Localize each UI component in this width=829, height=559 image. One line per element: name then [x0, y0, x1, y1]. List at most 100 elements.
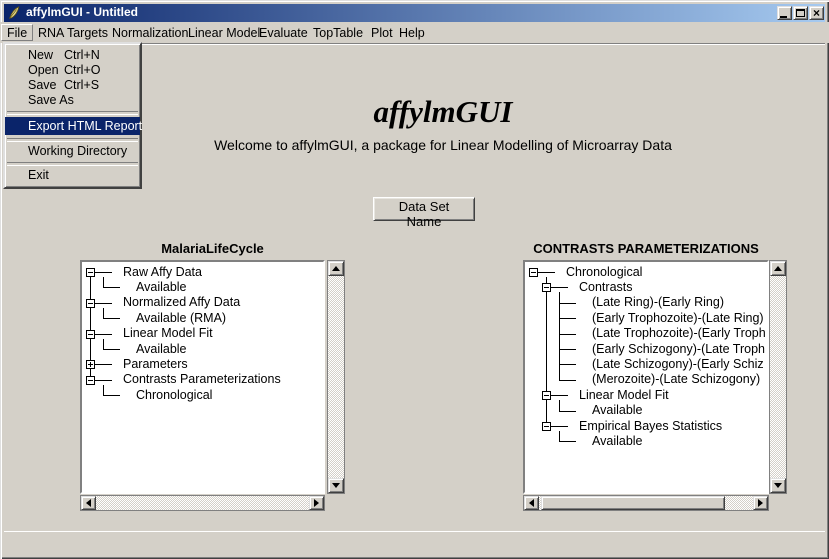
left-tree-vertical-scrollbar[interactable]: [327, 260, 345, 494]
close-button[interactable]: ×: [809, 6, 824, 20]
scroll-left-button[interactable]: [81, 496, 96, 510]
arrow-up-icon: [332, 266, 340, 271]
left-tree-listbox[interactable]: Raw Affy DataAvailableNormalized Affy Da…: [80, 260, 325, 494]
menu-evaluate[interactable]: Evaluate: [253, 24, 314, 41]
tk-feather-icon: [7, 6, 21, 20]
tree-item[interactable]: Available: [592, 403, 643, 418]
left-tree-horizontal-scrollbar[interactable]: [80, 495, 325, 511]
tree-item[interactable]: Chronological: [136, 388, 212, 403]
file-menu-item-working-directory[interactable]: Working Directory: [5, 144, 140, 159]
tree-connector: [103, 349, 120, 350]
tree-item[interactable]: Normalized Affy Data: [123, 295, 240, 310]
tree-item[interactable]: Chronological: [566, 265, 642, 280]
tree-item[interactable]: Parameters: [123, 357, 188, 372]
data-set-name-button[interactable]: Data Set Name: [373, 197, 475, 221]
maximize-icon: [796, 9, 805, 17]
tree-collapse-minus-icon[interactable]: [86, 299, 95, 308]
tree-item[interactable]: (Early Trophozoite)-(Late Ring): [592, 311, 764, 326]
tree-connector: [551, 395, 568, 396]
tree-connector: [559, 380, 576, 381]
tree-connector: [559, 349, 576, 350]
left-panel-title: MalariaLifeCycle: [80, 241, 345, 256]
arrow-down-icon: [332, 483, 340, 488]
tree-connector: [559, 318, 576, 319]
file-menu-dropdown: NewCtrl+NOpenCtrl+OSaveCtrl+SSave As Expo…: [3, 42, 142, 189]
tree-item[interactable]: (Merozoite)-(Late Schizogony): [592, 372, 760, 387]
left-tree-canvas: Raw Affy DataAvailableNormalized Affy Da…: [82, 262, 323, 492]
scroll-right-button[interactable]: [309, 496, 324, 510]
tree-connector: [538, 272, 555, 273]
arrow-right-icon: [314, 499, 319, 507]
tree-collapse-minus-icon[interactable]: [529, 268, 538, 277]
tree-item[interactable]: Available: [136, 280, 187, 295]
minimize-icon: [780, 16, 787, 18]
scrollbar-track[interactable]: [770, 261, 786, 493]
tree-collapse-minus-icon[interactable]: [542, 391, 551, 400]
tree-item[interactable]: Contrasts Parameterizations: [123, 372, 281, 387]
tree-item[interactable]: (Early Schizogony)-(Late Troph: [592, 342, 765, 357]
menu-file[interactable]: File: [1, 24, 33, 41]
menu-item-label: Open: [28, 63, 59, 77]
right-tree-horizontal-scrollbar[interactable]: [523, 495, 769, 511]
tree-connector: [95, 364, 112, 365]
tree-connector: [103, 277, 104, 288]
file-menu-item-open[interactable]: OpenCtrl+O: [5, 63, 140, 78]
app-title: affylmGUI: [243, 94, 643, 130]
scrollbar-track[interactable]: [81, 496, 324, 510]
right-panel-title: CONTRASTS PARAMETERIZATIONS: [523, 241, 769, 256]
arrow-left-icon: [529, 499, 534, 507]
menu-help[interactable]: Help: [393, 24, 431, 41]
scroll-up-button[interactable]: [328, 261, 344, 276]
scroll-left-button[interactable]: [524, 496, 539, 510]
scrollbar-thumb[interactable]: [541, 496, 725, 510]
file-menu-item-new[interactable]: NewCtrl+N: [5, 48, 140, 63]
tree-collapse-minus-icon[interactable]: [86, 268, 95, 277]
menu-item-label: Save: [28, 78, 57, 92]
maximize-button[interactable]: [793, 6, 808, 20]
tree-collapse-minus-icon[interactable]: [86, 330, 95, 339]
tree-connector: [103, 339, 104, 350]
tree-item[interactable]: (Late Trophozoite)-(Early Troph: [592, 326, 766, 341]
menu-item-label: Exit: [28, 168, 49, 182]
tree-collapse-minus-icon[interactable]: [86, 376, 95, 385]
tree-item[interactable]: Available: [136, 342, 187, 357]
file-menu-item-save-as[interactable]: Save As: [5, 93, 140, 108]
arrow-right-icon: [758, 499, 763, 507]
file-menu-item-export-html-report[interactable]: Export HTML Report: [5, 117, 140, 135]
right-tree-vertical-scrollbar[interactable]: [769, 260, 787, 494]
tree-connector: [95, 272, 112, 273]
minimize-button[interactable]: [777, 6, 792, 20]
menu-item-label: Working Directory: [28, 144, 127, 158]
scroll-up-button[interactable]: [770, 261, 786, 276]
tree-connector: [95, 303, 112, 304]
tree-item[interactable]: Raw Affy Data: [123, 265, 202, 280]
file-menu-item-save[interactable]: SaveCtrl+S: [5, 78, 140, 93]
tree-item[interactable]: Empirical Bayes Statistics: [579, 419, 722, 434]
scroll-down-button[interactable]: [770, 478, 786, 493]
menu-toptable[interactable]: TopTable: [307, 24, 369, 41]
tree-connector: [103, 395, 120, 396]
tree-item[interactable]: Available: [592, 434, 643, 449]
tree-item[interactable]: (Late Schizogony)-(Early Schiz: [592, 357, 764, 372]
tree-collapse-minus-icon[interactable]: [542, 422, 551, 431]
window-title: affylmGUI - Untitled: [26, 5, 138, 19]
file-menu-item-exit[interactable]: Exit: [5, 168, 140, 183]
scrollbar-track[interactable]: [328, 261, 344, 493]
right-tree-listbox[interactable]: ChronologicalContrasts(Late Ring)-(Early…: [523, 260, 769, 494]
close-icon: ×: [813, 8, 820, 18]
scroll-right-button[interactable]: [753, 496, 768, 510]
scroll-down-button[interactable]: [328, 478, 344, 493]
tree-connector: [551, 426, 568, 427]
tree-item[interactable]: (Late Ring)-(Early Ring): [592, 295, 724, 310]
app-window: affylmGUI - Untitled × FileRNA Targets No…: [0, 0, 829, 559]
tree-item[interactable]: Linear Model Fit: [579, 388, 669, 403]
tree-item[interactable]: Linear Model Fit: [123, 326, 213, 341]
tree-item[interactable]: Available (RMA): [136, 311, 226, 326]
menu-item-label: New: [28, 48, 53, 62]
title-bar[interactable]: affylmGUI - Untitled ×: [4, 4, 825, 22]
tree-collapse-minus-icon[interactable]: [542, 283, 551, 292]
menu-rna-targets[interactable]: RNA Targets: [32, 24, 114, 41]
tree-expand-plus-icon[interactable]: [86, 360, 95, 369]
menu-separator: [5, 108, 140, 117]
tree-item[interactable]: Contrasts: [579, 280, 633, 295]
